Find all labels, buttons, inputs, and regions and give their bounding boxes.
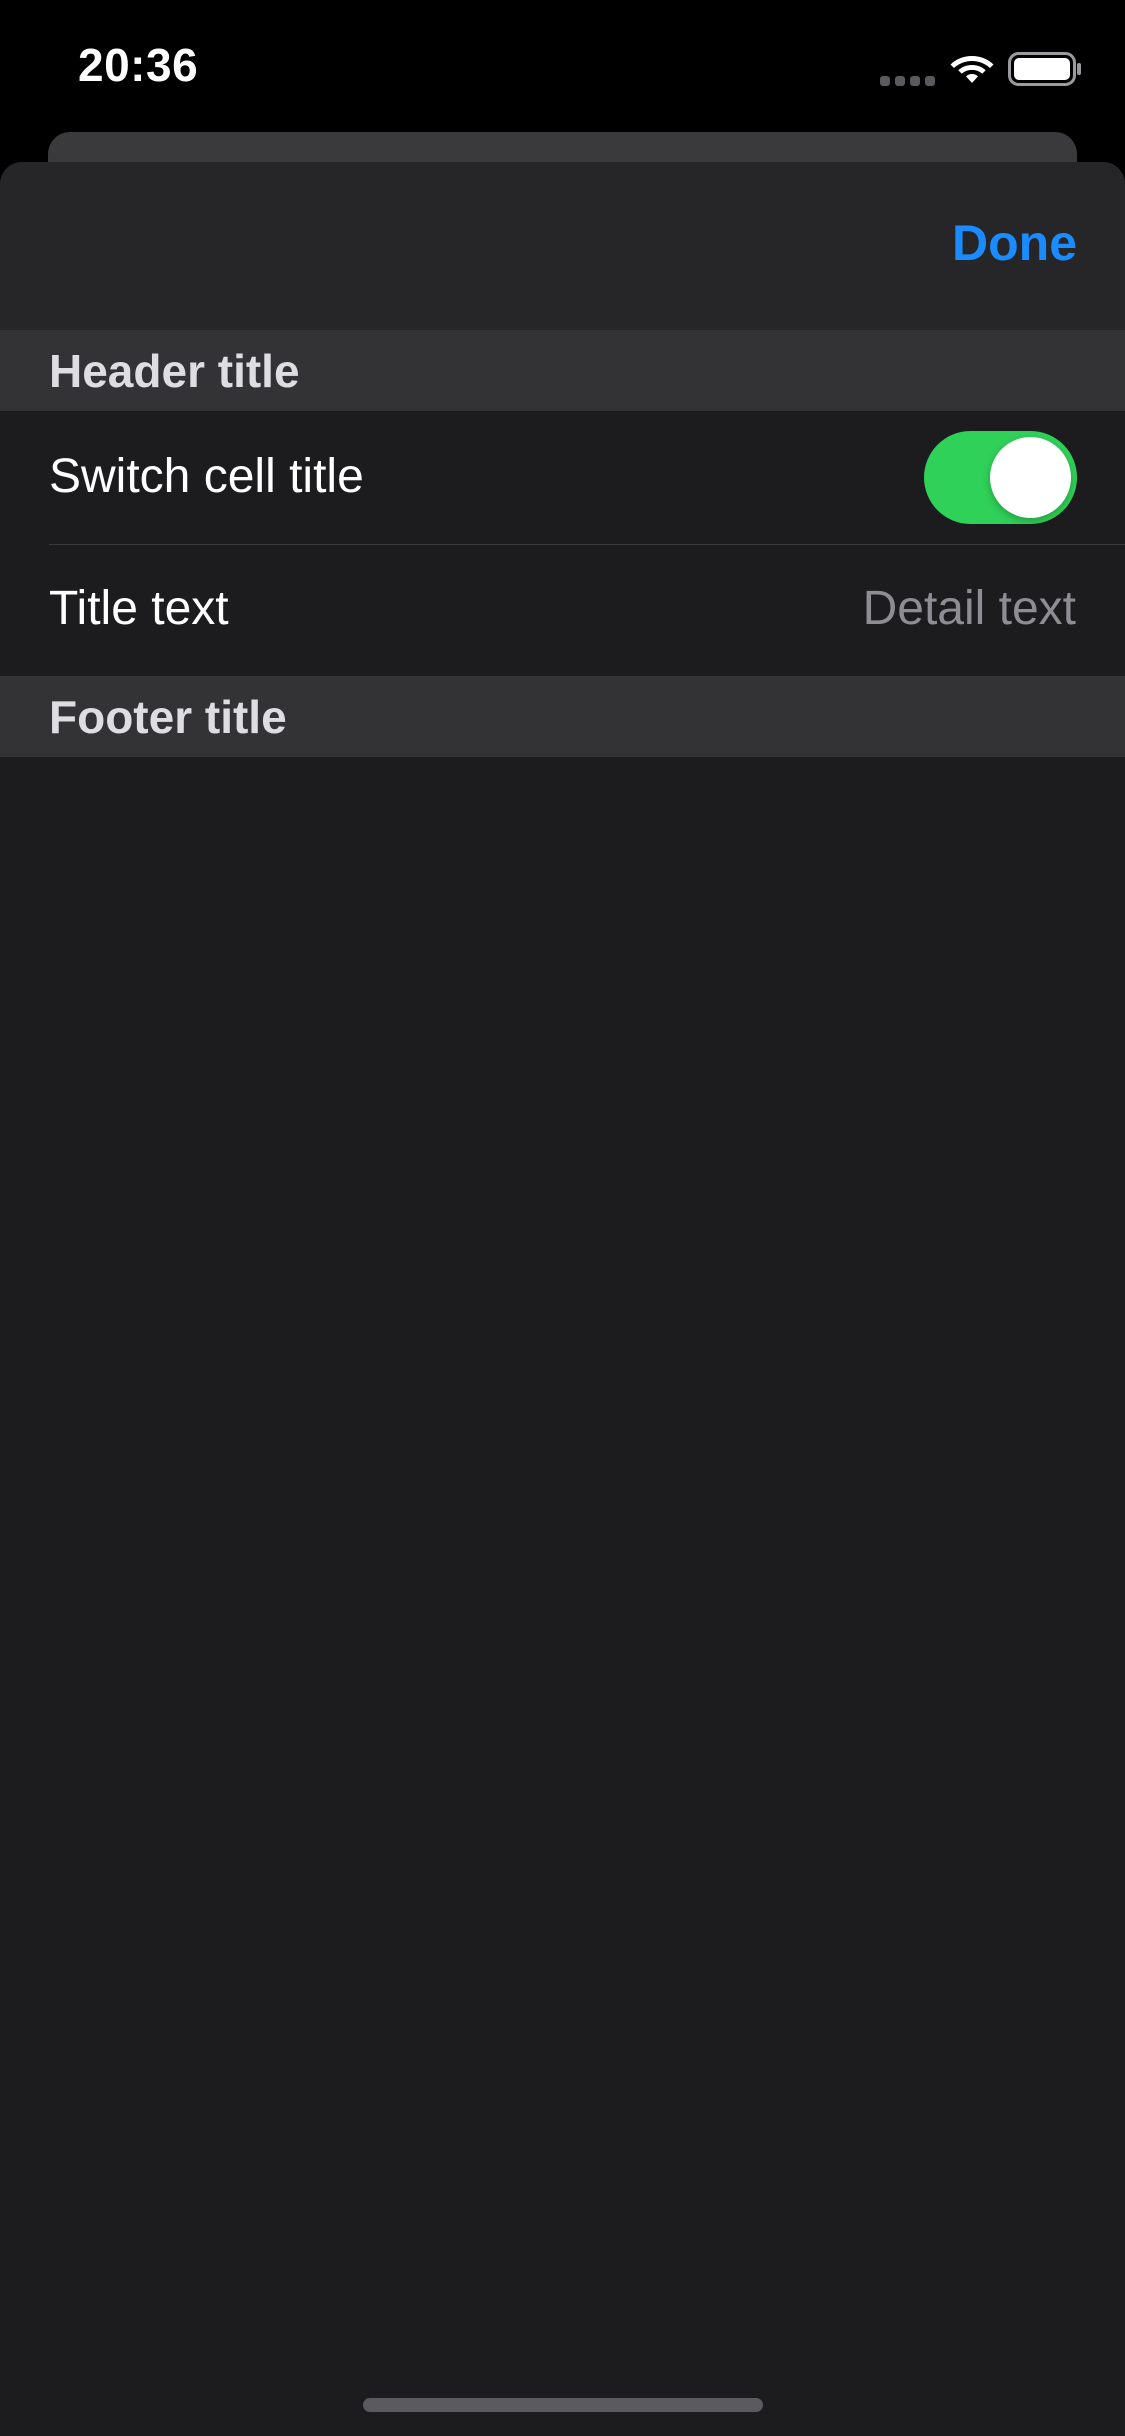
status-bar: 20:36 [0, 0, 1125, 132]
toggle-knob [990, 437, 1071, 518]
navigation-bar: Done [0, 162, 1125, 331]
battery-icon [1008, 52, 1081, 86]
detail-cell-detail: Detail text [862, 582, 1076, 635]
section-header: Header title [0, 330, 1125, 411]
section-header-title: Header title [49, 345, 300, 397]
wifi-icon [950, 56, 994, 83]
switch-cell[interactable]: Switch cell title [0, 411, 1125, 545]
status-time: 20:36 [78, 39, 199, 91]
section-footer: Footer title [0, 676, 1125, 757]
modal-sheet: Done Header title Switch cell title Titl… [0, 162, 1125, 2436]
done-button[interactable]: Done [952, 214, 1077, 272]
detail-cell-title: Title text [49, 582, 229, 635]
screen: 20:36 Done Header title Switch cell titl… [0, 0, 1125, 2436]
detail-cell[interactable]: Title text Detail text [0, 545, 1125, 677]
toggle-switch[interactable] [924, 431, 1077, 524]
cellular-signal-icon [880, 76, 936, 86]
section-footer-title: Footer title [49, 691, 287, 743]
home-indicator[interactable] [363, 2398, 763, 2412]
switch-cell-title: Switch cell title [49, 450, 364, 503]
